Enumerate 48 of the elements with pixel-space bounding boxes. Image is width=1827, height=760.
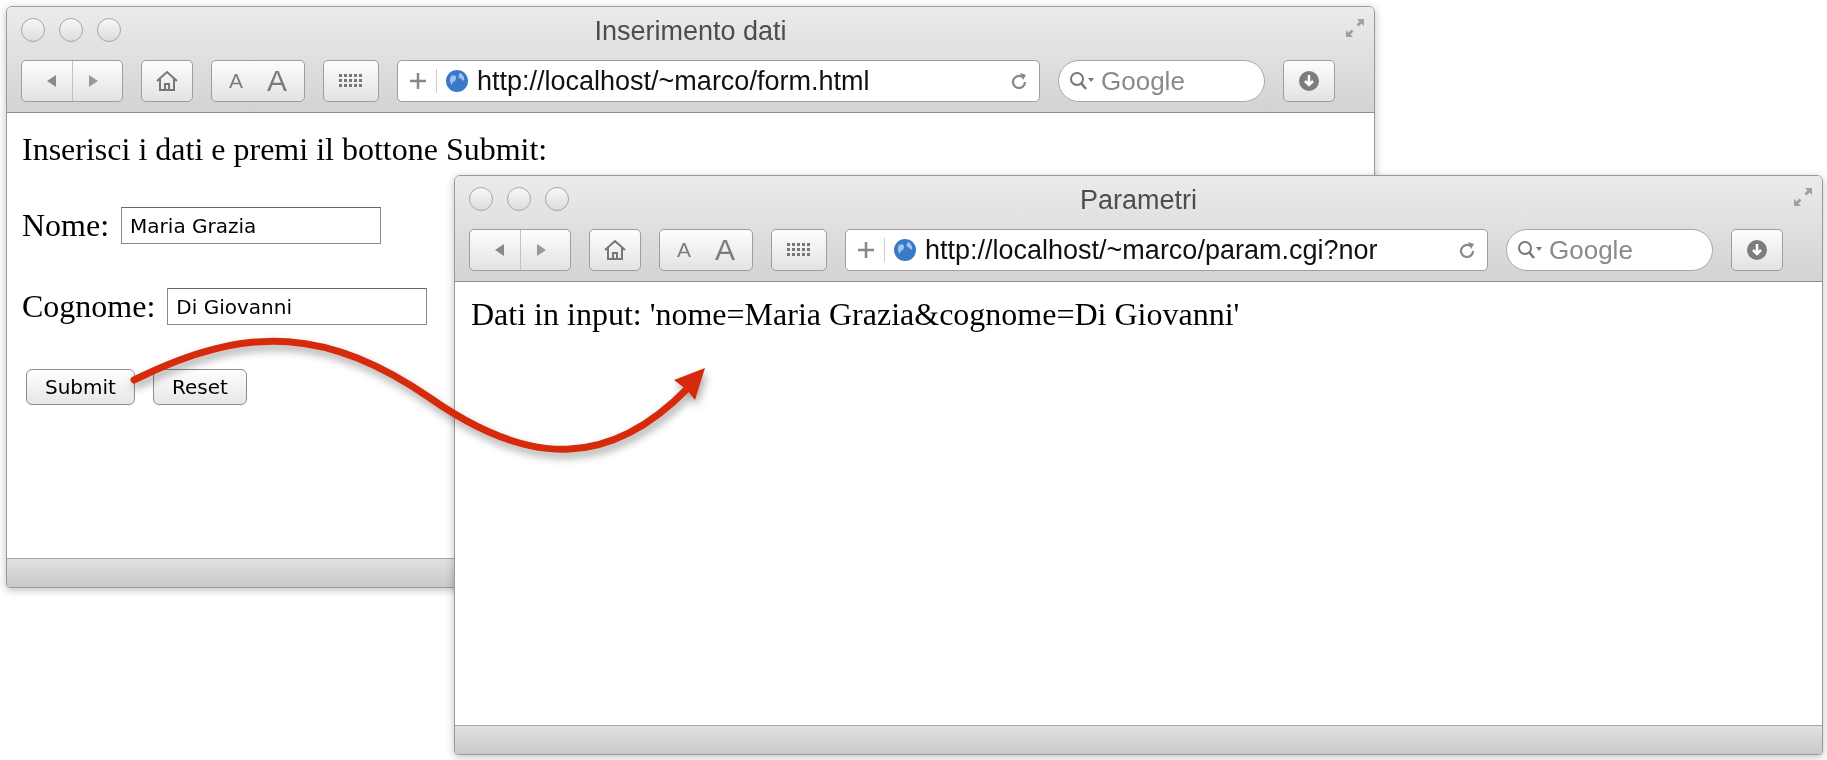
form-button[interactable]: Submit (26, 369, 135, 405)
home-button[interactable] (589, 229, 641, 271)
download-button[interactable] (1731, 229, 1783, 271)
zoom-button[interactable] (545, 187, 569, 211)
window-title: Inserimento dati (594, 16, 787, 47)
field-label: Cognome: (22, 288, 156, 325)
search-icon (1069, 71, 1095, 91)
smaller-text-button[interactable]: A (665, 230, 703, 270)
larger-text-button[interactable]: A (703, 230, 747, 270)
home-button[interactable] (141, 60, 193, 102)
search-placeholder: Google (1101, 65, 1185, 97)
download-button[interactable] (1283, 60, 1335, 102)
download-icon (1298, 70, 1320, 92)
home-icon (154, 69, 180, 93)
form-button[interactable]: Reset (152, 369, 247, 405)
grid-button[interactable] (771, 229, 827, 271)
globe-icon (893, 238, 917, 262)
address-bar[interactable]: http://localhost/~marco/form.html (397, 60, 1040, 102)
fullscreen-icon[interactable] (1792, 186, 1814, 208)
close-button[interactable] (469, 187, 493, 211)
search-placeholder: Google (1549, 234, 1633, 266)
home-icon (602, 238, 628, 262)
output-text: Dati in input: 'nome=Maria Grazia&cognome=Di Giovanni' (471, 296, 1240, 332)
globe-icon (445, 69, 469, 93)
fullscreen-icon[interactable] (1344, 17, 1366, 39)
grid-icon (339, 73, 363, 89)
input-field[interactable]: Maria Grazia (121, 207, 382, 244)
smaller-text-button[interactable]: A (217, 61, 255, 101)
grid-button[interactable] (323, 60, 379, 102)
close-button[interactable] (21, 18, 45, 42)
plus-icon[interactable] (856, 240, 876, 260)
search-icon (1517, 240, 1543, 260)
minimize-button[interactable] (507, 187, 531, 211)
minimize-button[interactable] (59, 18, 83, 42)
reload-icon[interactable] (1457, 239, 1477, 261)
url-text: http://localhost/~marco/param.cgi?nor (925, 234, 1379, 266)
grid-icon (787, 242, 811, 258)
download-icon (1746, 239, 1768, 261)
url-text: http://localhost/~marco/form.html (477, 65, 871, 97)
field-label: Nome: (22, 207, 110, 244)
window-title: Parametri (1080, 185, 1197, 216)
address-bar[interactable]: http://localhost/~marco/param.cgi?nor (845, 229, 1488, 271)
instruction-text: Inserisci i dati e premi il bottone Submit: (22, 131, 549, 168)
zoom-button[interactable] (97, 18, 121, 42)
input-field[interactable]: Di Giovanni (167, 288, 428, 325)
larger-text-button[interactable]: A (255, 61, 299, 101)
plus-icon[interactable] (408, 71, 428, 91)
reload-icon[interactable] (1009, 70, 1029, 92)
